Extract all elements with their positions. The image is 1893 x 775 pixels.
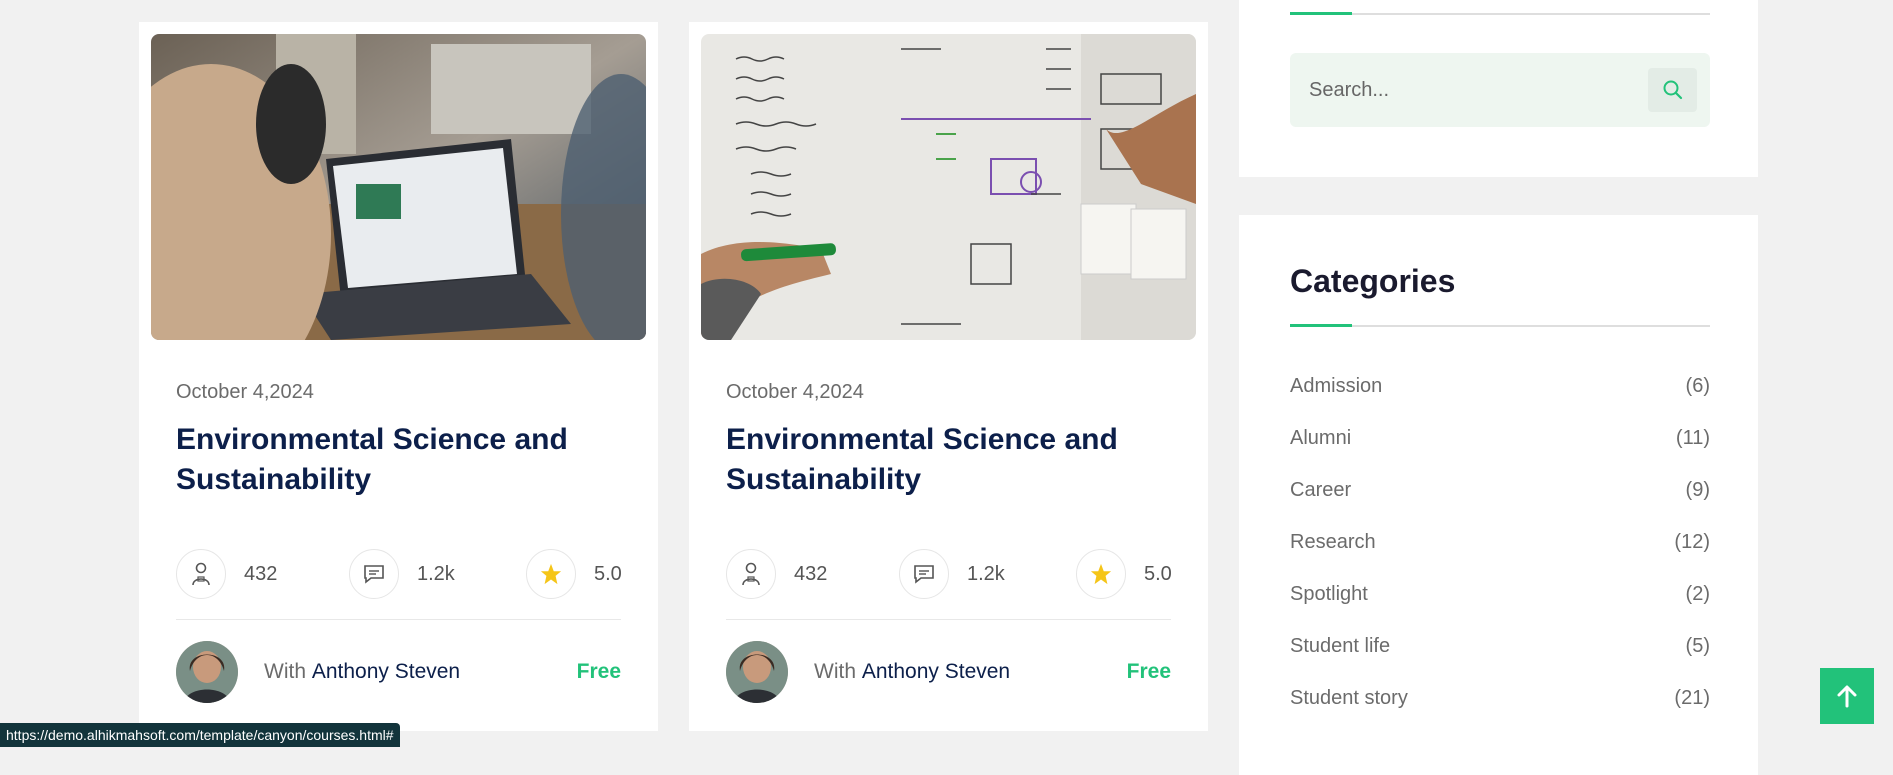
- scroll-to-top-button[interactable]: [1820, 668, 1874, 724]
- category-name[interactable]: Student life: [1290, 635, 1390, 658]
- status-bar-url: https://demo.alhikmahsoft.com/template/c…: [0, 723, 400, 747]
- comment-icon: [349, 549, 399, 599]
- author-label: With Anthony Steven: [814, 660, 1010, 684]
- star-icon: [1076, 549, 1126, 599]
- author-row: With Anthony Steven Free: [726, 641, 1171, 703]
- card-divider: [176, 619, 621, 620]
- author-label: With Anthony Steven: [264, 660, 460, 684]
- author-name[interactable]: Anthony Steven: [862, 660, 1010, 683]
- category-name[interactable]: Research: [1290, 531, 1376, 554]
- author-prefix: With: [264, 660, 306, 683]
- underline-accent: [1290, 12, 1352, 15]
- course-thumbnail[interactable]: [151, 34, 646, 340]
- rating-stat: 5.0: [526, 548, 622, 600]
- search-icon: [1663, 80, 1682, 100]
- course-card[interactable]: October 4,2024 Environmental Science and…: [689, 22, 1208, 731]
- section-underline: [1290, 324, 1710, 327]
- comment-icon: [899, 549, 949, 599]
- student-icon: [176, 549, 226, 599]
- category-count: (12): [1674, 531, 1710, 553]
- rating-value: 5.0: [594, 562, 622, 585]
- course-thumbnail[interactable]: [701, 34, 1196, 340]
- price-label: Free: [576, 660, 621, 683]
- course-stats: 432 1.2k 5.0: [176, 548, 622, 600]
- category-count: (2): [1685, 583, 1710, 605]
- section-underline: [1290, 12, 1710, 15]
- course-listing: October 4,2024 Environmental Science and…: [0, 0, 1893, 775]
- student-icon: [726, 549, 776, 599]
- arrow-up-icon: [1837, 685, 1857, 708]
- category-list: Admission (6) Alumni (11) Career (9) Res…: [1290, 375, 1710, 739]
- search-button[interactable]: [1648, 68, 1697, 112]
- author-prefix: With: [814, 660, 856, 683]
- course-stats: 432 1.2k 5.0: [726, 548, 1172, 600]
- category-count: (11): [1675, 427, 1710, 449]
- category-item[interactable]: Admission (6): [1290, 375, 1710, 427]
- category-item[interactable]: Student life (5): [1290, 635, 1710, 687]
- categories-title: Categories: [1290, 263, 1456, 299]
- category-item[interactable]: Student story (21): [1290, 687, 1710, 739]
- course-date: October 4,2024: [726, 381, 864, 403]
- search-widget: [1239, 0, 1758, 177]
- category-name[interactable]: Spotlight: [1290, 583, 1368, 606]
- card-divider: [726, 619, 1171, 620]
- avatar: [726, 641, 788, 703]
- categories-widget: Categories Admission (6) Alumni (11) Car…: [1239, 215, 1758, 775]
- category-item[interactable]: Research (12): [1290, 531, 1710, 583]
- course-date: October 4,2024: [176, 381, 314, 403]
- students-count: 432: [794, 562, 828, 585]
- author-row: With Anthony Steven Free: [176, 641, 621, 703]
- category-count: (5): [1685, 635, 1710, 657]
- course-card[interactable]: October 4,2024 Environmental Science and…: [139, 22, 658, 731]
- search-input[interactable]: [1290, 53, 1639, 127]
- students-stat: 432: [176, 548, 277, 600]
- category-item[interactable]: Career (9): [1290, 479, 1710, 531]
- course-title[interactable]: Environmental Science and Sustainability: [726, 420, 1186, 500]
- category-count: (6): [1685, 375, 1710, 397]
- underline-accent: [1290, 324, 1352, 327]
- rating-value: 5.0: [1144, 562, 1172, 585]
- category-name[interactable]: Career: [1290, 479, 1351, 502]
- comments-stat: 1.2k: [349, 548, 455, 600]
- category-count: (9): [1685, 479, 1710, 501]
- comments-count: 1.2k: [967, 562, 1005, 585]
- comments-count: 1.2k: [417, 562, 455, 585]
- category-name[interactable]: Alumni: [1290, 427, 1351, 450]
- price-label: Free: [1126, 660, 1171, 683]
- rating-stat: 5.0: [1076, 548, 1172, 600]
- author-name[interactable]: Anthony Steven: [312, 660, 460, 683]
- category-count: (21): [1674, 687, 1710, 709]
- students-count: 432: [244, 562, 278, 585]
- search-box: [1290, 53, 1710, 127]
- category-name[interactable]: Student story: [1290, 687, 1408, 710]
- category-item[interactable]: Spotlight (2): [1290, 583, 1710, 635]
- category-item[interactable]: Alumni (11): [1290, 427, 1710, 479]
- comments-stat: 1.2k: [899, 548, 1005, 600]
- course-title[interactable]: Environmental Science and Sustainability: [176, 420, 636, 500]
- students-stat: 432: [726, 548, 827, 600]
- avatar: [176, 641, 238, 703]
- star-icon: [526, 549, 576, 599]
- category-name[interactable]: Admission: [1290, 375, 1382, 398]
